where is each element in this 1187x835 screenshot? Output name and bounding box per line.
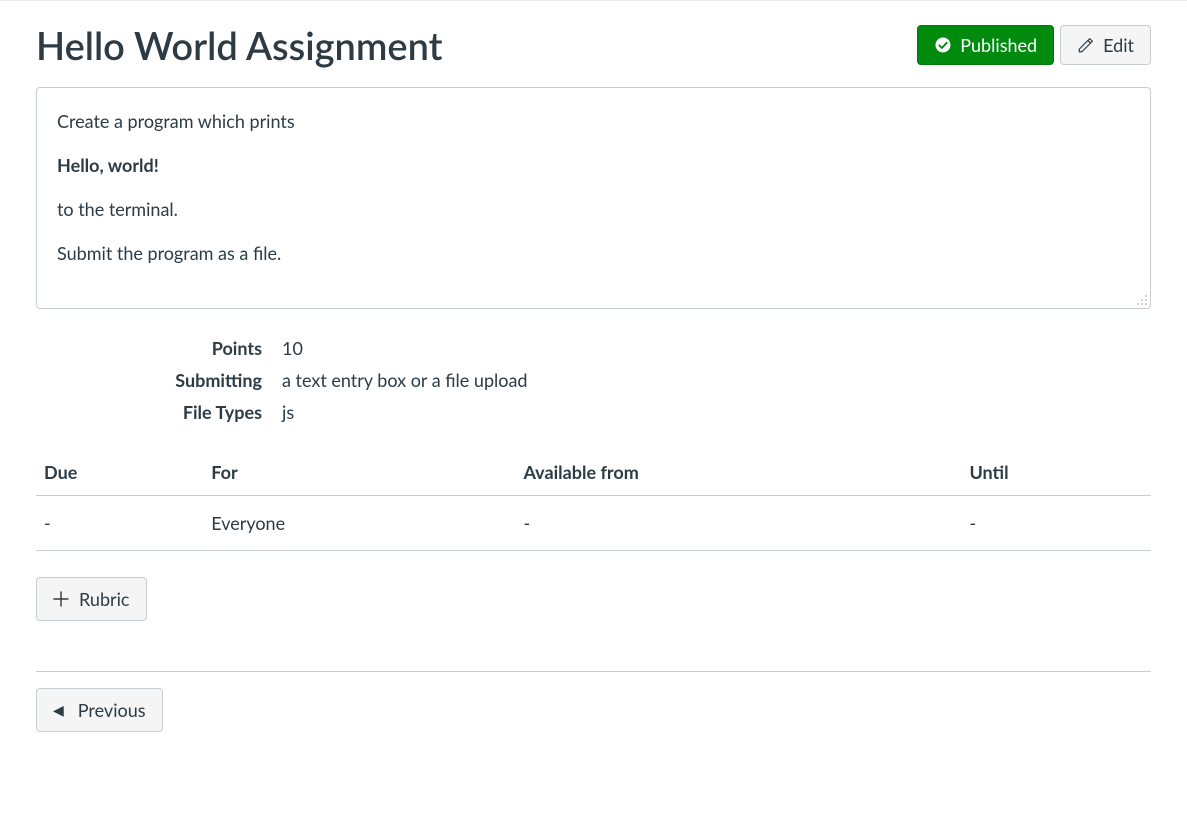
edit-label: Edit [1103,36,1134,54]
td-from: - [515,495,961,550]
description-line: Create a program which prints [57,110,1130,132]
description-line: Submit the program as a file. [57,242,1130,264]
table-row: - Everyone - - [36,495,1151,550]
points-value: 10 [282,337,1151,359]
submitting-value: a text entry box or a file upload [282,369,1151,391]
rubric-label: Rubric [79,588,130,610]
td-for: Everyone [203,495,515,550]
th-for: For [203,451,515,496]
previous-label: Previous [78,699,146,721]
td-due: - [36,495,203,550]
assignment-description: Create a program which prints Hello, wor… [36,87,1151,309]
description-line-bold: Hello, world! [57,154,1130,176]
add-rubric-button[interactable]: Rubric [36,577,147,621]
check-circle-icon [934,36,952,54]
page-title: Hello World Assignment [36,25,443,69]
published-button[interactable]: Published [917,25,1054,65]
submitting-label: Submitting [36,369,282,391]
previous-button[interactable]: ◀ Previous [36,688,163,732]
plus-icon [53,591,69,607]
pencil-icon [1077,36,1095,54]
td-until: - [961,495,1151,550]
file-types-value: js [282,401,1151,423]
resize-grip-icon[interactable] [1136,294,1148,306]
edit-button[interactable]: Edit [1060,25,1151,65]
th-until: Until [961,451,1151,496]
footer-separator [36,671,1151,672]
description-line: to the terminal. [57,198,1130,220]
due-dates-table: Due For Available from Until - Everyone … [36,451,1151,551]
th-due: Due [36,451,203,496]
th-from: Available from [515,451,961,496]
points-label: Points [36,337,282,359]
assignment-meta: Points 10 Submitting a text entry box or… [36,337,1151,423]
published-label: Published [960,36,1037,54]
file-types-label: File Types [36,401,282,423]
caret-left-icon: ◀ [53,701,64,719]
